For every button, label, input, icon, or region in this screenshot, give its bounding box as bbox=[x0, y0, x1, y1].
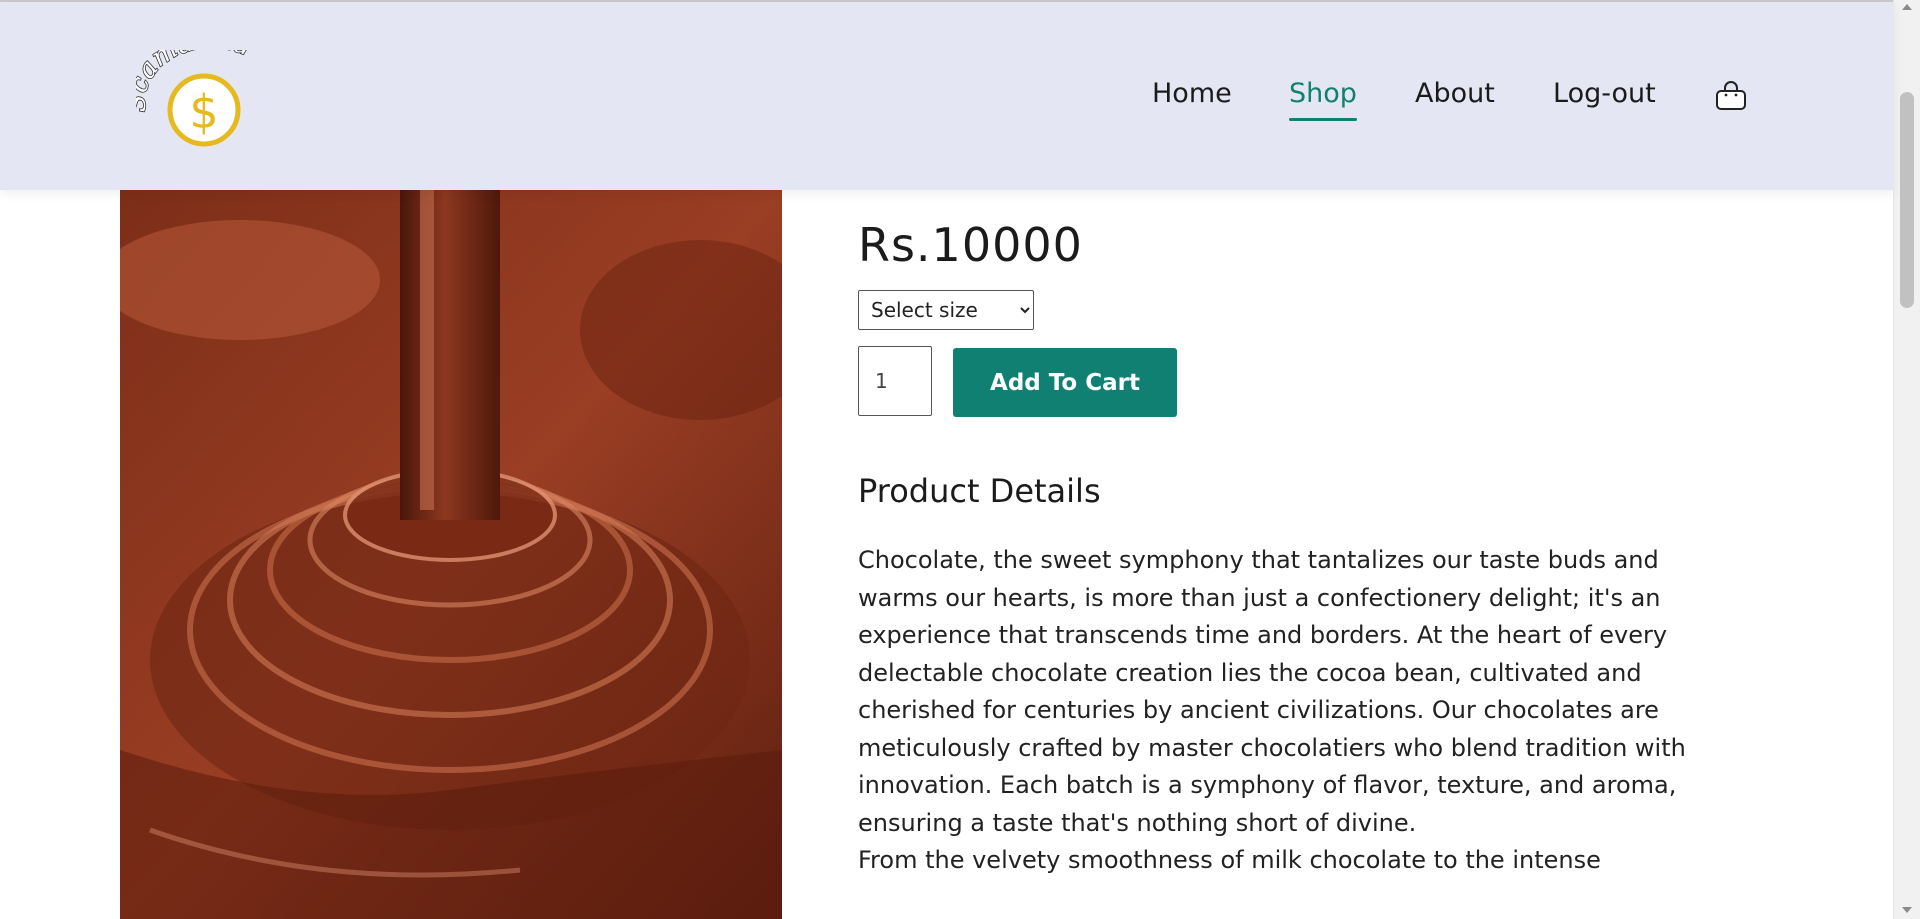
product-details-text: Chocolate, the sweet symphony that tanta… bbox=[858, 546, 1686, 874]
nav-shop-label: Shop bbox=[1289, 78, 1357, 109]
nav-logout[interactable]: Log-out bbox=[1553, 78, 1656, 109]
scamazoid-logo[interactable]: $ Scamazoid bbox=[136, 50, 286, 150]
product-price: Rs.10000 bbox=[858, 218, 1083, 272]
nav-home[interactable]: Home bbox=[1152, 78, 1232, 109]
shopping-bag-icon[interactable] bbox=[1714, 80, 1748, 114]
nav-shop[interactable]: Shop bbox=[1289, 78, 1357, 121]
active-nav-underline bbox=[1289, 118, 1357, 121]
site-header: $ Scamazoid Home Shop About Log-out bbox=[0, 2, 1894, 190]
product-details-heading: Product Details bbox=[858, 472, 1101, 510]
scroll-down-arrow-icon[interactable] bbox=[1902, 907, 1912, 913]
quantity-input[interactable] bbox=[858, 346, 932, 416]
svg-text:$: $ bbox=[189, 85, 218, 139]
nav-about[interactable]: About bbox=[1415, 78, 1495, 109]
add-to-cart-button[interactable]: Add To Cart bbox=[953, 348, 1177, 417]
vertical-scrollbar[interactable] bbox=[1893, 0, 1920, 919]
scroll-thumb[interactable] bbox=[1900, 92, 1914, 308]
product-image bbox=[120, 190, 782, 919]
size-select[interactable]: Select size bbox=[858, 290, 1034, 330]
scroll-up-arrow-icon[interactable] bbox=[1902, 4, 1912, 10]
